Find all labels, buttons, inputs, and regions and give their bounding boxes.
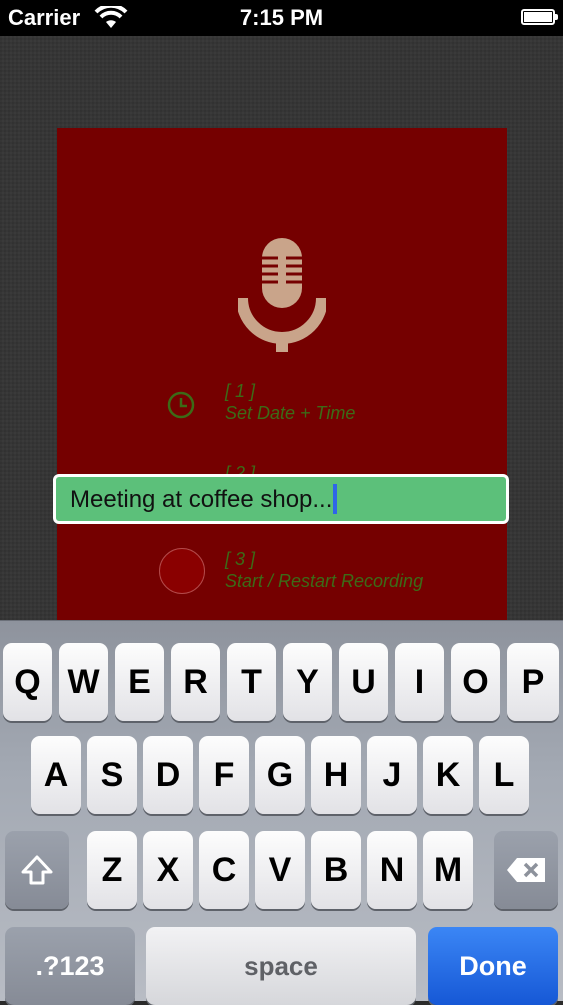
key-n[interactable]: N [367,831,417,909]
key-p[interactable]: P [507,643,559,721]
key-r[interactable]: R [171,643,220,721]
record-icon[interactable] [159,548,205,594]
shift-key[interactable] [5,831,69,909]
key-v[interactable]: V [255,831,305,909]
key-w[interactable]: W [59,643,108,721]
clock-icon[interactable] [166,390,196,420]
step-number: [ 1 ] [225,381,256,401]
key-z[interactable]: Z [87,831,137,909]
backspace-key[interactable] [494,831,558,909]
key-d[interactable]: D [143,736,193,814]
key-t[interactable]: T [227,643,276,721]
key-y[interactable]: Y [283,643,332,721]
step-set-date-time[interactable]: [ 1 ] Set Date + Time [225,380,355,424]
key-a[interactable]: A [31,736,81,814]
battery-icon [521,9,558,25]
key-f[interactable]: F [199,736,249,814]
numbers-key[interactable]: .?123 [5,927,135,1005]
backspace-icon [507,858,545,882]
status-time: 7:15 PM [239,5,324,30]
microphone-icon [238,238,326,352]
key-s[interactable]: S [87,736,137,814]
step-number: [ 3 ] [225,549,256,569]
text-caret [333,483,338,514]
key-e[interactable]: E [115,643,164,721]
keyboard: Q W E R T Y U I O P A S D F G H J K L Z … [0,620,563,1005]
key-k[interactable]: K [423,736,473,814]
step-label: Start / Restart Recording [225,571,424,591]
space-key[interactable]: space [146,927,416,1005]
key-g[interactable]: G [255,736,305,814]
text-field-value: Meeting at coffee shop... [70,486,333,513]
key-q[interactable]: Q [3,643,52,721]
key-o[interactable]: O [451,643,500,721]
step-start-recording[interactable]: [ 3 ] Start / Restart Recording [225,548,423,592]
key-u[interactable]: U [339,643,388,721]
shift-icon [21,855,53,885]
status-bar: Carrier 7:15 PM [0,0,563,36]
key-h[interactable]: H [311,736,361,814]
key-b[interactable]: B [311,831,361,909]
key-m[interactable]: M [423,831,473,909]
key-c[interactable]: C [199,831,249,909]
key-x[interactable]: X [143,831,193,909]
key-i[interactable]: I [395,643,444,721]
key-j[interactable]: J [367,736,417,814]
key-l[interactable]: L [479,736,529,814]
step-label: Set Date + Time [225,403,356,423]
note-text-field[interactable]: Meeting at coffee shop... [53,474,509,524]
done-button[interactable]: Done [428,927,558,1005]
